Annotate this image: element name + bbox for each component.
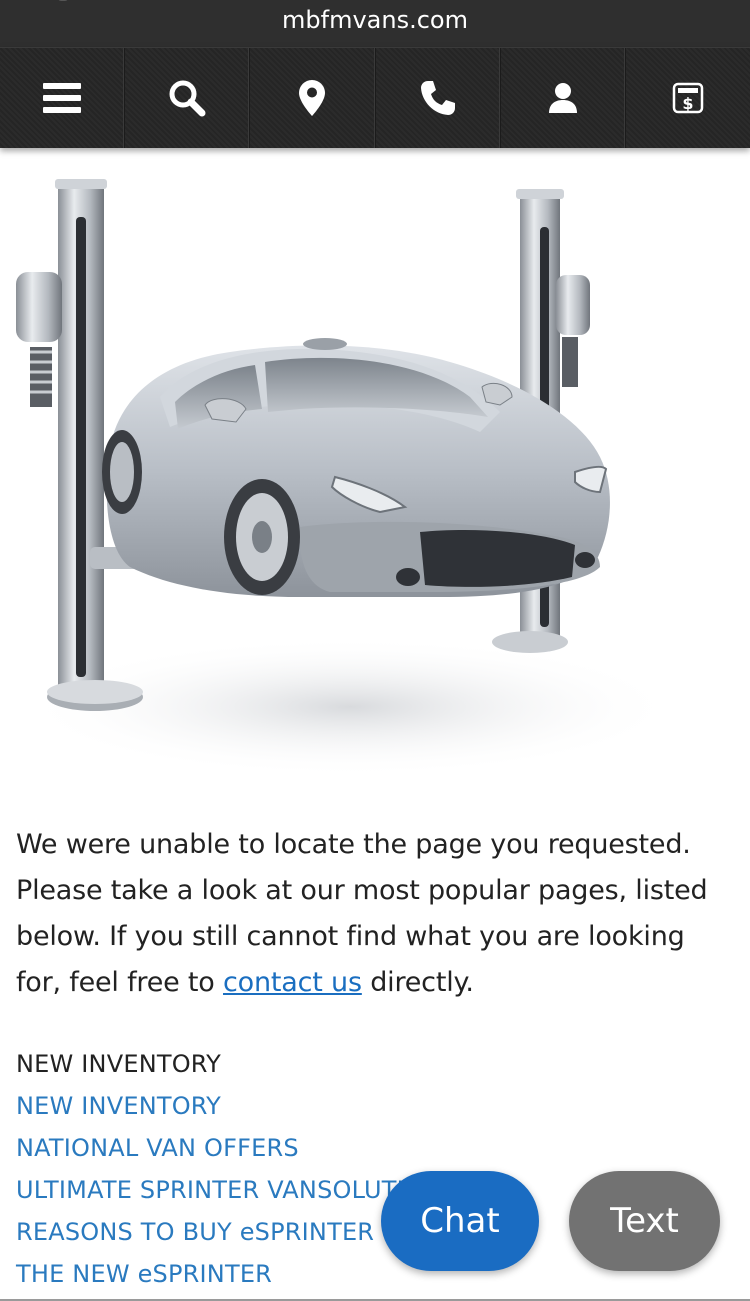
phone-button[interactable] xyxy=(376,48,501,148)
url-text: mbfmvans.com xyxy=(282,6,468,34)
popular-link-new-inventory[interactable]: NEW INVENTORY xyxy=(16,1085,736,1127)
browser-url-bar[interactable]: mbfmvans.com xyxy=(0,0,750,47)
phone-icon xyxy=(420,81,455,115)
payment-calculator-button[interactable]: $ xyxy=(626,48,750,148)
menu-button[interactable] xyxy=(0,48,126,148)
location-button[interactable] xyxy=(250,48,376,148)
car-on-lift-image xyxy=(16,179,680,777)
hero-image xyxy=(0,147,750,797)
popular-link-national-van-offers[interactable]: NATIONAL VAN OFFERS xyxy=(16,1127,736,1169)
popular-pages-heading: NEW INVENTORY xyxy=(16,1050,221,1078)
text-button[interactable]: Text xyxy=(569,1171,720,1271)
message-text-end: directly. xyxy=(361,967,474,998)
svg-text:$: $ xyxy=(682,94,693,113)
chat-button[interactable]: Chat xyxy=(381,1171,539,1271)
contact-us-link[interactable]: contact us xyxy=(223,967,362,998)
search-button[interactable] xyxy=(125,48,251,148)
user-icon xyxy=(548,83,577,113)
not-found-message: We were unable to locate the page you re… xyxy=(16,822,736,1006)
account-button[interactable] xyxy=(501,48,626,148)
menu-icon xyxy=(43,83,82,113)
location-pin-icon xyxy=(299,80,326,116)
site-nav-bar: $ xyxy=(0,47,750,148)
search-icon xyxy=(169,80,206,117)
dollar-calculator-icon: $ xyxy=(672,82,704,114)
status-indicator xyxy=(58,0,68,1)
